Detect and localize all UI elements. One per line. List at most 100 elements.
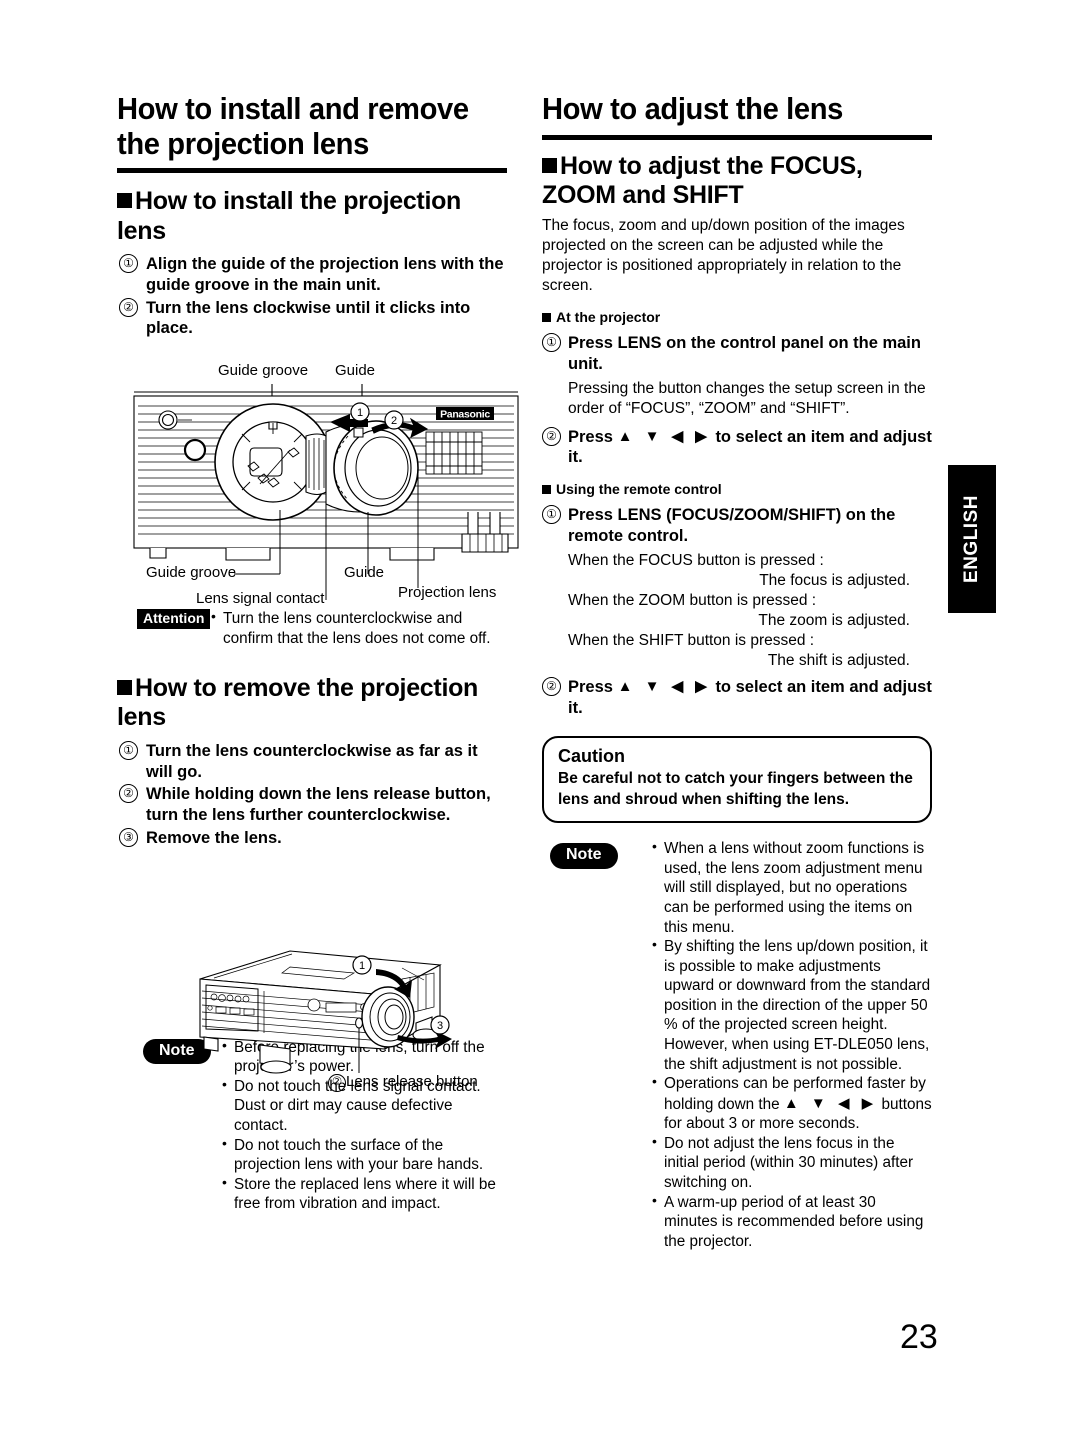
right-note-block: Note When a lens without zoom functions … — [542, 838, 932, 1252]
step-text: Turn the lens clockwise until it clicks … — [146, 298, 471, 338]
list-item: Operations can be performed faster by ho… — [652, 1073, 932, 1134]
right-column: How to adjust the lens How to adjust the… — [542, 91, 932, 1252]
list-item: ③ Remove the lens. — [117, 827, 507, 849]
figure1-label-guide-bottom: Guide — [344, 564, 385, 581]
list-item: By shifting the lens up/down position, i… — [652, 936, 932, 1074]
figure1-callout-1: 1 — [350, 402, 370, 422]
attention-bullets: Turn the lens counterclockwise and confi… — [211, 608, 507, 648]
square-bullet-icon — [542, 157, 557, 173]
callout-number: ② — [328, 1074, 346, 1092]
list-item: ② Press ▲ ▼ ◀ ▶ to select an item and ad… — [542, 676, 932, 719]
remove-steps-list: ① Turn the lens counterclockwise as far … — [117, 740, 507, 849]
list-item: ② Turn the lens clockwise until it click… — [117, 297, 507, 340]
list-item: Do not touch the surface of the projecti… — [222, 1135, 507, 1175]
list-item: When a lens without zoom functions is us… — [652, 838, 932, 937]
page-number: 23 — [900, 1318, 938, 1356]
svg-text:1: 1 — [359, 960, 365, 972]
list-item: Turn the lens counterclockwise and confi… — [211, 608, 507, 648]
figure1-label-lens-signal-contact: Lens signal contact — [196, 590, 325, 607]
right-note-bullets: When a lens without zoom functions is us… — [652, 838, 932, 1252]
remote-result-answer: The zoom is adjusted. — [758, 611, 910, 629]
step-text: Align the guide of the projection lens w… — [146, 254, 504, 294]
step-number: ② — [542, 676, 561, 696]
caution-title: Caution — [558, 746, 625, 767]
manual-page: How to install and remove the projection… — [0, 0, 1080, 1440]
svg-text:1: 1 — [357, 407, 363, 419]
step-text-prefix: Press — [568, 427, 613, 446]
figure1-label-guide-top: Guide — [335, 362, 376, 379]
note-badge: Note — [550, 843, 618, 869]
figure-lens-install: Guide groove Guide Panasonic 1 2 Guide g… — [130, 362, 522, 614]
step-number: ② — [542, 426, 561, 446]
projector-step2-list: ② Press ▲ ▼ ◀ ▶ to select an item and ad… — [542, 426, 932, 469]
attention-block: Attention Turn the lens counterclockwise… — [117, 608, 507, 648]
step-number: ① — [119, 740, 138, 760]
step-text: Press LENS on the control panel on the m… — [568, 334, 921, 373]
figure2-label-lens-release-button: ② Lens release button — [328, 1073, 478, 1092]
arrow-keys-icon: ▲ ▼ ◀ ▶ — [617, 677, 711, 695]
list-item: ② Press ▲ ▼ ◀ ▶ to select an item and ad… — [542, 426, 932, 469]
section-heading-install: How to install the projection lens — [117, 187, 507, 246]
square-bullet-icon — [117, 680, 132, 696]
brand-wordmark: Panasonic — [436, 407, 494, 421]
svg-text:Panasonic: Panasonic — [440, 409, 490, 421]
list-item: ② While holding down the lens release bu… — [117, 784, 507, 826]
language-tab-english: ENGLISH — [948, 465, 996, 613]
list-item: Store the replaced lens where it will be… — [222, 1174, 507, 1214]
figure1-callout-2: 2 — [384, 410, 404, 430]
figure1-label-guide-groove-bottom: Guide groove — [146, 564, 237, 581]
remote-result-question: When the SHIFT button is pressed : — [568, 631, 815, 649]
remote-result-question: When the ZOOM button is pressed : — [568, 591, 817, 609]
list-item: ① Press LENS on the control panel on the… — [542, 333, 932, 375]
right-title-rule — [542, 134, 932, 140]
list-item: ① Press LENS (FOCUS/ZOOM/SHIFT) on the r… — [542, 505, 932, 547]
remote-result-answer: The focus is adjusted. — [759, 571, 910, 589]
right-chapter-title: How to adjust the lens — [542, 91, 843, 126]
svg-text:3: 3 — [437, 1020, 443, 1032]
arrow-keys-icon: ▲ ▼ ◀ ▶ — [617, 427, 711, 445]
remote-step2-list: ② Press ▲ ▼ ◀ ▶ to select an item and ad… — [542, 676, 932, 719]
left-title-rule — [117, 168, 507, 174]
figure-lens-remove: 1 3 ② Lens release button — [140, 945, 510, 1097]
remote-result-answer: The shift is adjusted. — [767, 651, 910, 669]
arrow-keys-icon: ▲ ▼ ◀ ▶ — [783, 1094, 878, 1112]
subhead-at-projector-label: At the projector — [556, 309, 661, 326]
section-heading-adjust-label: How to adjust the FOCUS, ZOOM and SHIFT — [542, 151, 863, 209]
square-bullet-icon — [542, 485, 551, 495]
list-item: ① Align the guide of the projection lens… — [117, 253, 507, 296]
step-text: While holding down the lens release butt… — [146, 785, 491, 825]
left-chapter-title: How to install and remove the projection… — [117, 91, 469, 161]
remote-steps-list: ① Press LENS (FOCUS/ZOOM/SHIFT) on the r… — [542, 505, 932, 547]
language-tab-label: ENGLISH — [961, 495, 982, 583]
step-text: Press LENS (FOCUS/ZOOM/SHIFT) on the rem… — [568, 506, 896, 546]
figure1-label-guide-groove-top: Guide groove — [218, 362, 309, 379]
figure2-callout-3: 3 — [430, 1015, 450, 1035]
svg-text:2: 2 — [391, 415, 397, 427]
figure2-callout-1: 1 — [352, 955, 372, 975]
step-number: ① — [542, 505, 561, 525]
square-bullet-icon — [542, 313, 551, 323]
section-heading-adjust: How to adjust the FOCUS, ZOOM and SHIFT — [542, 152, 932, 211]
step-number: ② — [119, 784, 138, 804]
figure2-label-text: Lens release button — [346, 1073, 478, 1090]
section-heading-remove: How to remove the projection lens — [117, 674, 507, 733]
section-heading-remove-label: How to remove the projection lens — [117, 674, 479, 732]
list-item: ① Turn the lens counterclockwise as far … — [117, 740, 507, 783]
step-number: ① — [542, 333, 561, 353]
list-item: Do not adjust the lens focus in the init… — [652, 1133, 932, 1193]
step-text: Turn the lens counterclockwise as far as… — [146, 741, 478, 781]
subhead-remote-control-label: Using the remote control — [556, 481, 722, 498]
square-bullet-icon — [117, 193, 132, 209]
remote-result-question: When the FOCUS button is pressed : — [568, 551, 824, 569]
step-text: Remove the lens. — [146, 828, 282, 847]
list-item: A warm-up period of at least 30 minutes … — [652, 1192, 932, 1252]
step-number: ① — [119, 253, 138, 273]
subhead-remote-control: Using the remote control — [542, 481, 932, 497]
step-number: ② — [119, 297, 138, 317]
install-steps-list: ① Align the guide of the projection lens… — [117, 253, 507, 340]
figure1-label-projection-lens: Projection lens — [398, 584, 497, 601]
projector-step1-detail: Pressing the button changes the setup sc… — [568, 379, 926, 417]
remote-button-results: When the FOCUS button is pressed : The f… — [568, 551, 932, 671]
projector-steps-list: ① Press LENS on the control panel on the… — [542, 333, 932, 375]
step-number: ③ — [119, 827, 138, 847]
